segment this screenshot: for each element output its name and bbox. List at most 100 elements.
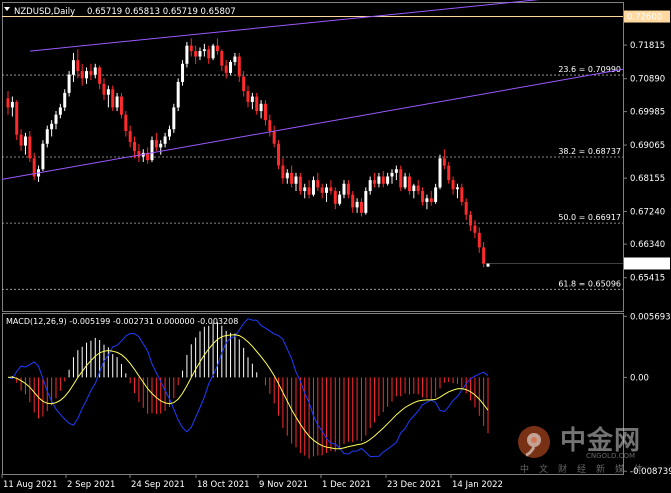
candle-body bbox=[159, 143, 163, 148]
candle-body bbox=[373, 180, 377, 184]
candle-body bbox=[342, 183, 346, 195]
macd-axis-label: 0.005693 bbox=[630, 312, 671, 322]
current-price-label: 0.65807 bbox=[627, 259, 662, 269]
macd-main-line[interactable] bbox=[7, 318, 489, 458]
price-axis-label: 0.70890 bbox=[630, 75, 665, 85]
candle-body bbox=[429, 198, 433, 202]
candle-body bbox=[447, 165, 451, 181]
fib-level-label: 38.2 = 0.68737 bbox=[558, 147, 621, 156]
candle-body bbox=[377, 176, 381, 184]
candle-body bbox=[23, 136, 27, 146]
candle-body bbox=[10, 101, 14, 108]
candle-body bbox=[58, 107, 62, 115]
price-axis-label: 0.66340 bbox=[630, 240, 665, 250]
candle-body bbox=[106, 89, 110, 95]
time-axis-label: 14 Jan 2022 bbox=[452, 480, 503, 490]
candle-body bbox=[45, 129, 49, 144]
macd-indicator-label: MACD(12,26,9) -0.005199 -0.002731 0.0000… bbox=[6, 317, 238, 326]
time-axis-label: 11 Aug 2021 bbox=[3, 480, 57, 490]
symbol-timeframe-label: NZDUSD,Daily bbox=[14, 7, 75, 17]
candle-body bbox=[407, 176, 411, 192]
candle-body bbox=[111, 89, 115, 108]
candle-body bbox=[294, 176, 298, 184]
candle-body bbox=[325, 187, 329, 193]
candle-body bbox=[403, 176, 407, 188]
candle-body bbox=[133, 141, 137, 152]
candle-body bbox=[89, 71, 93, 75]
candle-body bbox=[167, 129, 171, 137]
candle-body bbox=[425, 198, 429, 202]
candle-body bbox=[412, 185, 416, 192]
candle-body bbox=[220, 51, 224, 66]
candle-body bbox=[368, 180, 372, 192]
candle-body bbox=[421, 191, 425, 202]
candle-body bbox=[469, 214, 473, 226]
candle-body bbox=[320, 187, 324, 193]
candle-body bbox=[298, 176, 302, 192]
candle-body bbox=[211, 45, 215, 59]
candle-body bbox=[482, 247, 486, 264]
candle-body bbox=[198, 51, 202, 57]
candle-body bbox=[154, 140, 158, 148]
chevron-down-icon[interactable] bbox=[4, 7, 10, 11]
candle-body bbox=[364, 191, 368, 213]
candle-body bbox=[438, 158, 442, 188]
macd-signal-line[interactable] bbox=[7, 334, 489, 450]
candle-body bbox=[224, 65, 228, 73]
candle-body bbox=[277, 143, 281, 166]
candle-body bbox=[63, 92, 67, 108]
candle-body bbox=[124, 114, 128, 132]
candle-body bbox=[316, 180, 320, 188]
time-axis-label: 2 Sep 2021 bbox=[67, 480, 115, 490]
candle-body bbox=[386, 176, 390, 184]
candle-body bbox=[6, 98, 10, 108]
candle-body bbox=[394, 169, 398, 173]
candle-body bbox=[333, 191, 337, 204]
candle-body bbox=[351, 194, 355, 208]
candle-body bbox=[181, 63, 185, 82]
candle-body bbox=[268, 120, 272, 132]
candle-body bbox=[207, 49, 211, 59]
candle-body bbox=[329, 187, 333, 192]
candle-body bbox=[246, 91, 250, 102]
time-axis-label: 23 Dec 2021 bbox=[387, 480, 441, 490]
price-axis-label: 0.67240 bbox=[630, 207, 665, 217]
price-axis-label: 0.69065 bbox=[630, 141, 665, 151]
candle-body bbox=[19, 134, 23, 146]
candle-body bbox=[442, 158, 446, 166]
candle-body bbox=[434, 187, 438, 202]
time-axis-label: 9 Nov 2021 bbox=[259, 480, 308, 490]
candle-body bbox=[76, 60, 80, 72]
candle-body bbox=[98, 67, 102, 84]
candle-body bbox=[93, 67, 97, 75]
candle-body bbox=[128, 131, 132, 142]
candle-body bbox=[242, 76, 246, 92]
candle-body bbox=[486, 263, 490, 267]
candle-body bbox=[172, 107, 176, 130]
fib-level-label: 61.8 = 0.65096 bbox=[558, 279, 621, 288]
cngold-logo-icon bbox=[518, 426, 550, 458]
candle-body bbox=[477, 232, 481, 248]
price-axis-label: 0.65415 bbox=[630, 274, 665, 284]
candle-body bbox=[85, 71, 89, 79]
candle-body bbox=[355, 201, 359, 208]
candle-body bbox=[285, 172, 289, 179]
candle-body bbox=[119, 96, 123, 115]
candle-body bbox=[15, 101, 19, 135]
price-axis-label: 0.69985 bbox=[630, 108, 665, 118]
level-price-label: 0.72600 bbox=[627, 13, 662, 23]
candle-body bbox=[473, 225, 477, 233]
candle-body bbox=[163, 136, 167, 144]
channel-lower-line[interactable] bbox=[1, 68, 624, 180]
candle-body bbox=[176, 81, 180, 108]
candle-body bbox=[50, 123, 54, 130]
time-axis-label: 24 Sep 2021 bbox=[131, 480, 185, 490]
candle-body bbox=[272, 131, 276, 144]
candle-body bbox=[54, 114, 58, 124]
candle-body bbox=[460, 187, 464, 202]
price-axis-label: 0.68155 bbox=[630, 174, 665, 184]
candle-body bbox=[307, 187, 311, 195]
candle-body bbox=[464, 201, 468, 215]
candle-body bbox=[250, 96, 254, 102]
candle-body bbox=[189, 45, 193, 52]
